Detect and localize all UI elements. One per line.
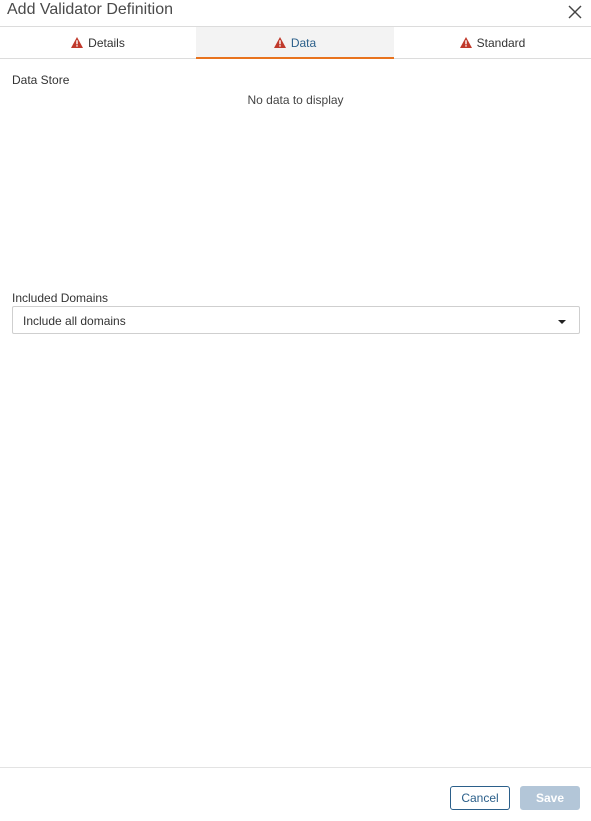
tab-bar: Details Data Standard [0, 27, 591, 59]
included-domains-label: Included Domains [12, 291, 109, 305]
dialog-title: Add Validator Definition [7, 1, 174, 18]
cancel-button[interactable]: Cancel [450, 786, 510, 810]
select-value: Include all domains [23, 314, 126, 328]
warning-icon [459, 37, 472, 48]
tab-standard[interactable]: Standard [394, 27, 591, 58]
add-validator-dialog: Add Validator Definition Details Data St… [0, 0, 591, 821]
tab-label: Details [88, 35, 125, 50]
dialog-title-bar: Add Validator Definition [0, 0, 591, 27]
tab-label: Standard [476, 35, 526, 50]
tab-details[interactable]: Details [0, 27, 196, 58]
tab-label: Data [290, 35, 317, 50]
chevron-down-icon [558, 320, 566, 324]
tab-data[interactable]: Data [196, 27, 394, 59]
warning-icon [71, 37, 84, 48]
empty-state-text: No data to display [247, 93, 344, 107]
save-button[interactable]: Save [520, 786, 580, 810]
data-store-label: Data Store [12, 73, 70, 87]
close-icon[interactable] [566, 3, 584, 21]
included-domains-select[interactable]: Include all domains [12, 306, 580, 334]
dialog-footer: Cancel Save [0, 767, 591, 821]
warning-icon [273, 37, 286, 48]
